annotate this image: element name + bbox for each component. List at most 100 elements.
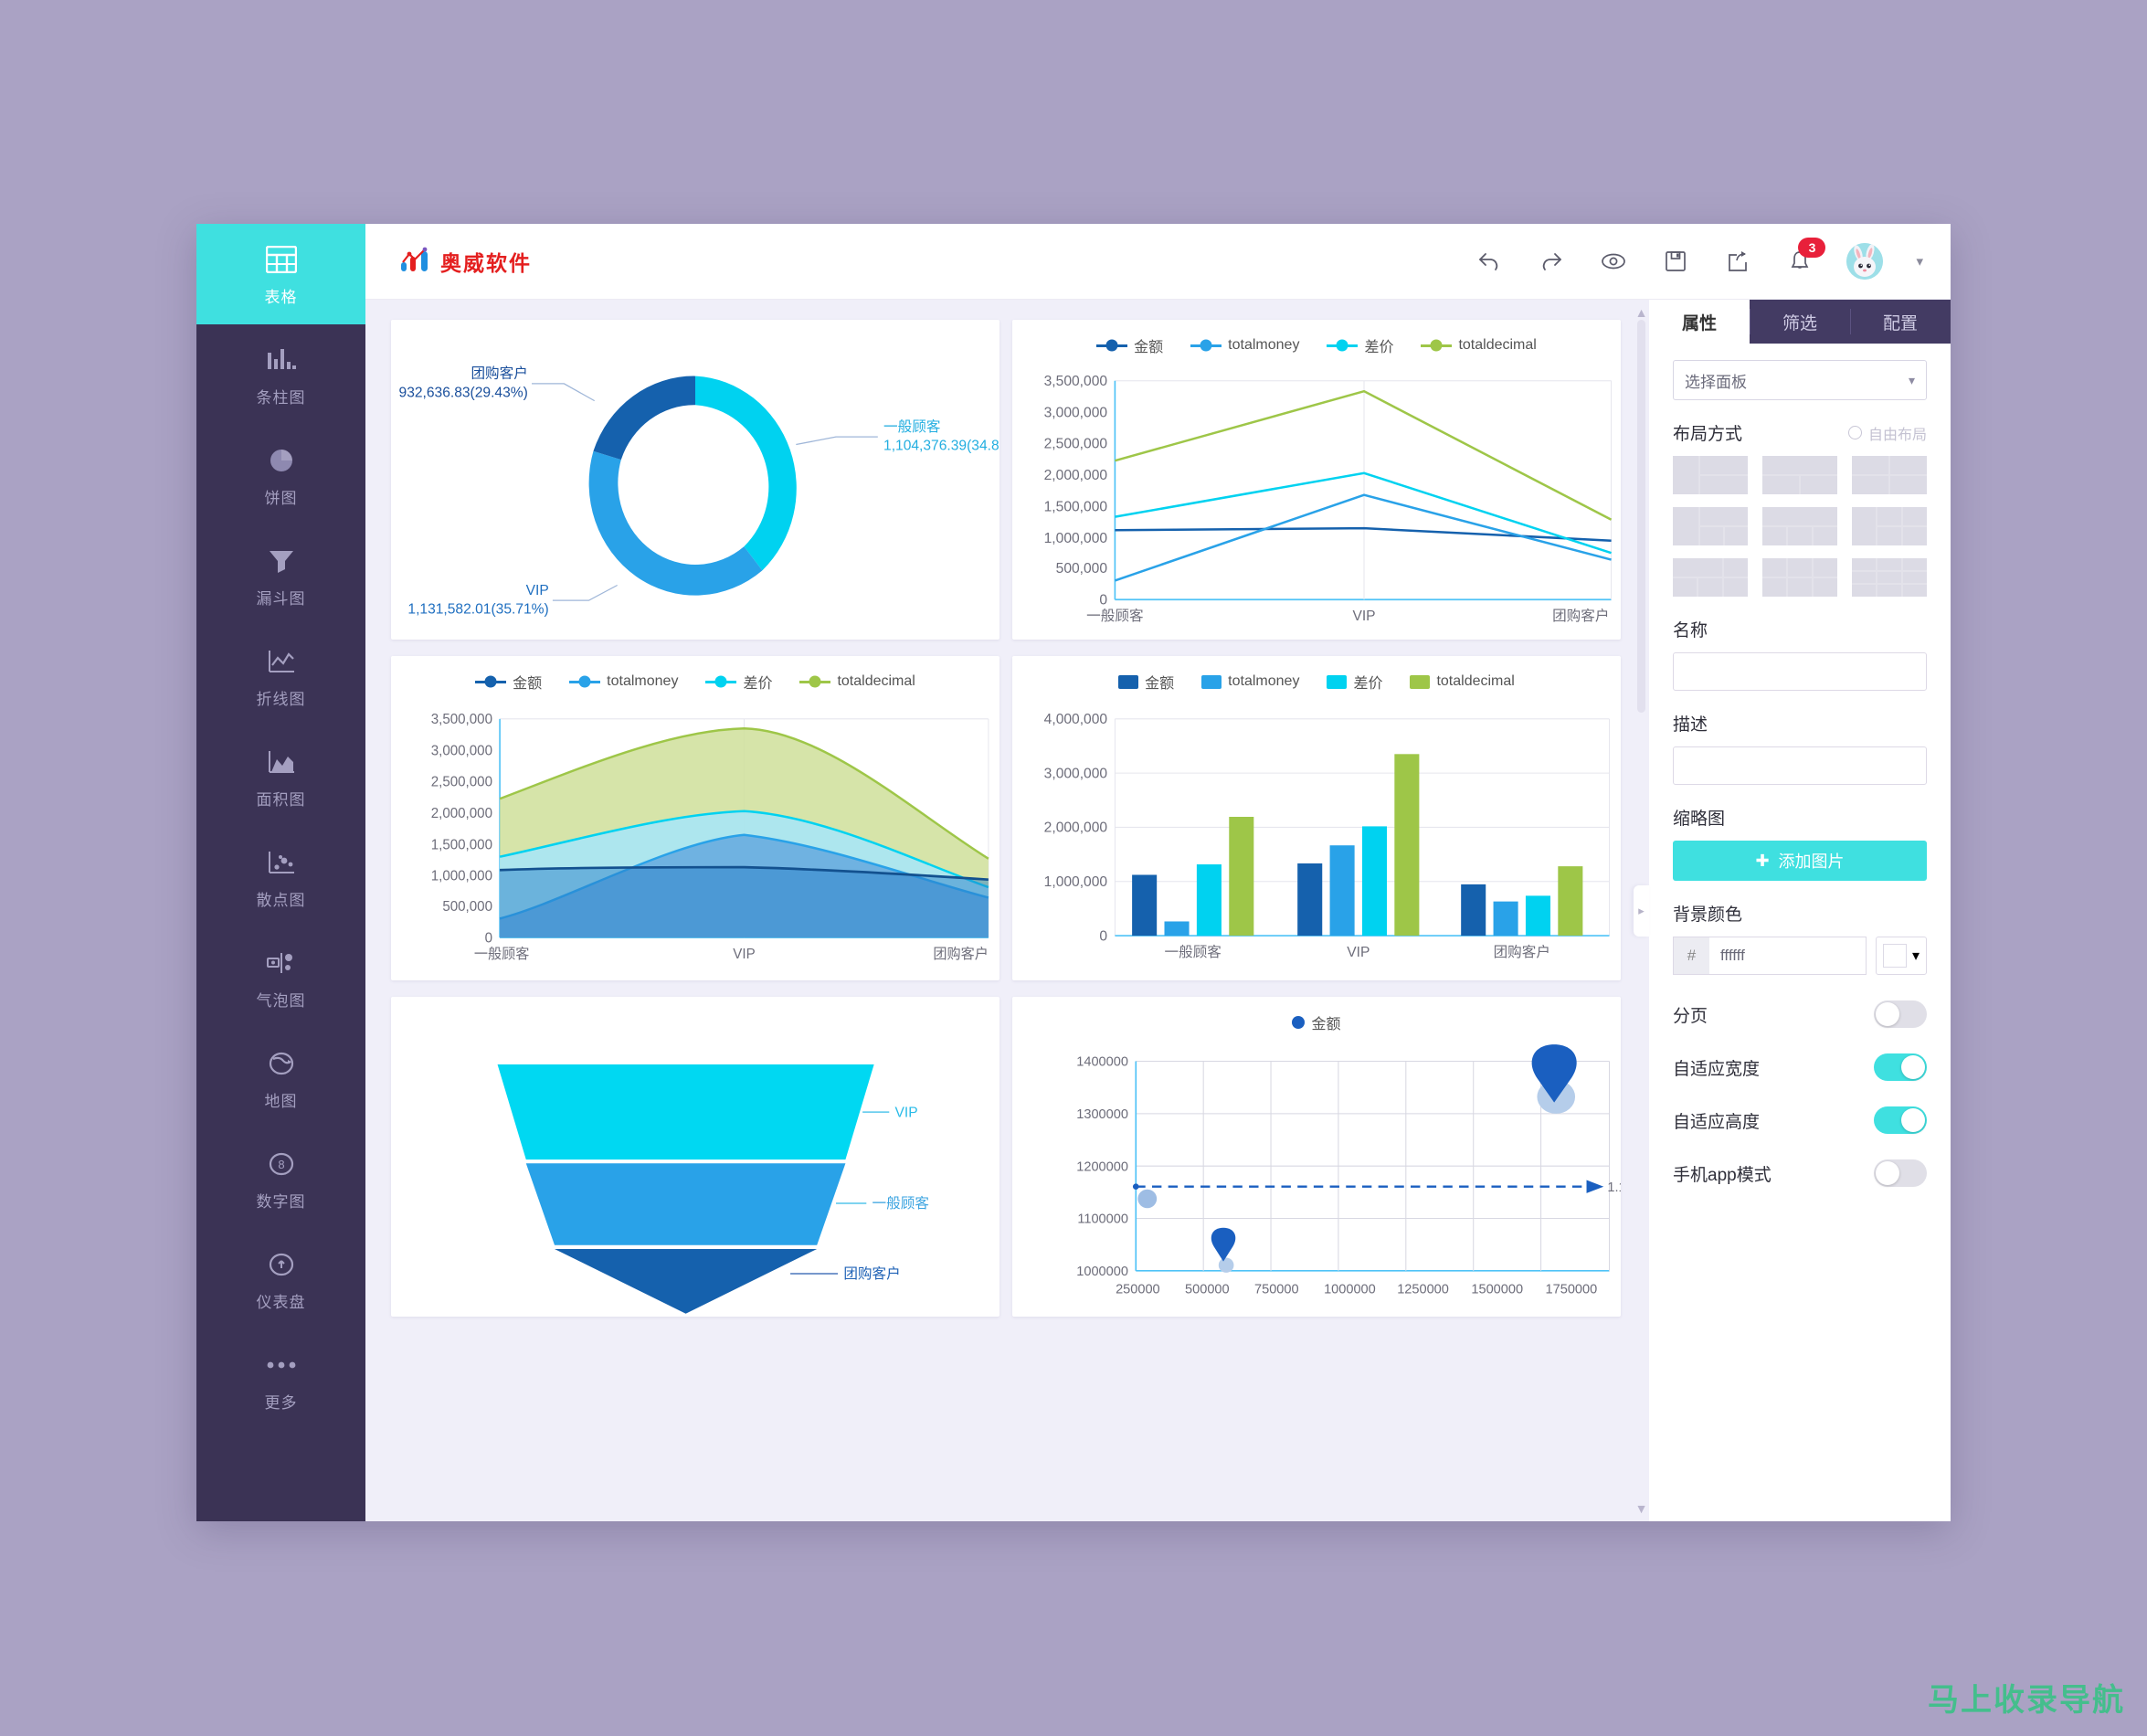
legend-item[interactable]: totaldecimal (1421, 337, 1537, 354)
auto-width-toggle[interactable] (1874, 1053, 1927, 1081)
chart-grid: 一般顾客 1,104,376.39(34.85%) VIP 1,131,582.… (365, 300, 1648, 1521)
legend-item[interactable]: totalmoney (1201, 673, 1299, 690)
panel-collapse-handle[interactable]: ▸ (1634, 884, 1649, 937)
pie-chart-icon (267, 443, 296, 478)
sidebar-item-scatter[interactable]: 散点图 (196, 827, 365, 927)
sidebar-item-number[interactable]: 8 数字图 (196, 1128, 365, 1229)
legend-label: totaldecimal (837, 673, 915, 689)
area-chart: 3,500,000 3,000,000 2,500,000 2,000,000 … (391, 700, 999, 980)
legend-marker-line (475, 680, 507, 683)
panel-select-dropdown[interactable]: 选择面板 ▾ (1673, 360, 1927, 400)
tab-filter[interactable]: 筛选 (1750, 300, 1850, 344)
legend-item[interactable]: totaldecimal (1410, 673, 1515, 690)
legend-marker-line (1421, 344, 1453, 347)
sidebar-item-label: 更多 (264, 1393, 298, 1412)
mobile-app-toggle[interactable] (1874, 1159, 1927, 1187)
legend-item[interactable]: 金额 (1292, 1011, 1341, 1033)
layout-section-header: 布局方式 自由布局 (1673, 420, 1927, 445)
more-icon (265, 1348, 298, 1382)
sidebar-item-table[interactable]: 表格 (196, 224, 365, 324)
layout-options (1673, 456, 1927, 597)
bg-color-swatch-picker[interactable]: ▾ (1876, 937, 1927, 975)
export-icon[interactable] (1722, 246, 1753, 277)
line-chart-icon (267, 644, 296, 679)
svg-text:1000000: 1000000 (1324, 1283, 1376, 1297)
sidebar-item-label: 数字图 (256, 1192, 306, 1211)
sidebar-item-bubble[interactable]: 气泡图 (196, 927, 365, 1028)
layout-option-5[interactable] (1762, 507, 1837, 545)
undo-icon[interactable] (1474, 246, 1505, 277)
legend-item[interactable]: 差价 (1327, 671, 1382, 693)
chart-card-area[interactable]: 金额 totalmoney 差价 totaldecimal 3,500,000 … (391, 656, 999, 980)
chart-card-scatter[interactable]: 金额 1400000 1300000 1200000 1100000 10000… (1012, 997, 1621, 1317)
legend-item[interactable]: 金额 (475, 671, 542, 693)
panel-chevron-down-icon[interactable]: ▼ (1635, 1501, 1648, 1516)
chart-card-line[interactable]: 金额 totalmoney 差价 totaldecimal 3,500,000 … (1012, 320, 1621, 640)
svg-text:3,000,000: 3,000,000 (1044, 766, 1108, 781)
chart-card-donut[interactable]: 一般顾客 1,104,376.39(34.85%) VIP 1,131,582.… (391, 320, 999, 640)
legend-item[interactable]: totalmoney (1190, 337, 1299, 354)
svg-text:1300000: 1300000 (1076, 1107, 1128, 1122)
preview-eye-icon[interactable] (1598, 246, 1629, 277)
sidebar-item-area-chart[interactable]: 面积图 (196, 726, 365, 827)
sidebar-item-more[interactable]: 更多 (196, 1329, 365, 1430)
svg-text:1,500,000: 1,500,000 (1044, 499, 1108, 514)
redo-icon[interactable] (1536, 246, 1567, 277)
layout-option-3[interactable] (1852, 456, 1927, 494)
svg-text:团购客户: 团购客户 (1552, 608, 1609, 624)
svg-text:2,000,000: 2,000,000 (1044, 820, 1108, 836)
sidebar-item-line-chart[interactable]: 折线图 (196, 626, 365, 726)
account-chevron-down-icon[interactable]: ▾ (1916, 253, 1923, 270)
add-image-button[interactable]: ✚ 添加图片 (1673, 841, 1927, 881)
chart-card-bar[interactable]: 金额 totalmoney 差价 totaldecimal 4,000,000 … (1012, 656, 1621, 980)
funnel-segment-1 (525, 1163, 846, 1245)
tab-properties[interactable]: 属性 (1649, 300, 1750, 344)
panel-scroll-thumb[interactable] (1637, 320, 1645, 713)
legend-item[interactable]: totaldecimal (799, 673, 915, 690)
bell-icon[interactable]: 3 (1784, 238, 1826, 277)
brand-logo[interactable]: 奥威软件 (400, 246, 532, 277)
tab-config[interactable]: 配置 (1850, 300, 1951, 344)
panel-chevron-up-icon[interactable]: ▲ (1635, 305, 1648, 320)
toggle-label: 分页 (1673, 1006, 1708, 1026)
sidebar-item-pie-chart[interactable]: 饼图 (196, 425, 365, 525)
chevron-down-icon: ▾ (1908, 372, 1915, 387)
bar-chart: 4,000,000 3,000,000 2,000,000 1,000,000 … (1012, 700, 1621, 980)
description-input[interactable] (1673, 746, 1927, 785)
chart-card-funnel[interactable]: VIP 一般顾客 团购客户 (391, 997, 999, 1317)
legend-marker-line (569, 680, 601, 683)
pagination-toggle[interactable] (1874, 1000, 1927, 1028)
layout-option-6[interactable] (1852, 507, 1927, 545)
layout-option-1[interactable] (1673, 456, 1748, 494)
svg-text:VIP: VIP (1347, 945, 1370, 960)
notification-badge: 3 (1798, 238, 1826, 258)
legend-item[interactable]: 金额 (1096, 334, 1163, 356)
gauge-icon (268, 1247, 295, 1282)
toggle-row-mobile-app: 手机app模式 (1673, 1159, 1927, 1187)
layout-option-4[interactable] (1673, 507, 1748, 545)
layout-option-9[interactable] (1852, 558, 1927, 597)
auto-height-toggle[interactable] (1874, 1106, 1927, 1134)
color-swatch (1882, 944, 1907, 968)
sidebar-item-map[interactable]: 地图 (196, 1028, 365, 1128)
legend-label: 差价 (1353, 676, 1383, 692)
save-icon[interactable] (1660, 246, 1691, 277)
toggle-row-auto-height: 自适应高度 (1673, 1106, 1927, 1134)
legend-marker-square (1410, 674, 1431, 689)
sidebar-item-gauge[interactable]: 仪表盘 (196, 1229, 365, 1329)
layout-option-2[interactable] (1762, 456, 1837, 494)
name-input[interactable] (1673, 652, 1927, 691)
layout-option-8[interactable] (1762, 558, 1837, 597)
legend-item[interactable]: 差价 (1327, 334, 1393, 356)
layout-option-7[interactable] (1673, 558, 1748, 597)
avatar[interactable] (1846, 243, 1884, 280)
sidebar-item-funnel[interactable]: 漏斗图 (196, 525, 365, 626)
legend-item[interactable]: 差价 (705, 671, 772, 693)
free-layout-radio[interactable]: 自由布局 (1847, 422, 1927, 444)
svg-text:0: 0 (1099, 592, 1107, 608)
legend-item[interactable]: totalmoney (569, 673, 678, 690)
legend-item[interactable]: 金额 (1118, 671, 1174, 693)
funnel-chart: VIP 一般顾客 团购客户 (391, 997, 999, 1317)
sidebar-item-bar-chart[interactable]: 条柱图 (196, 324, 365, 425)
bg-color-hex-input[interactable]: ffffff (1709, 937, 1867, 975)
